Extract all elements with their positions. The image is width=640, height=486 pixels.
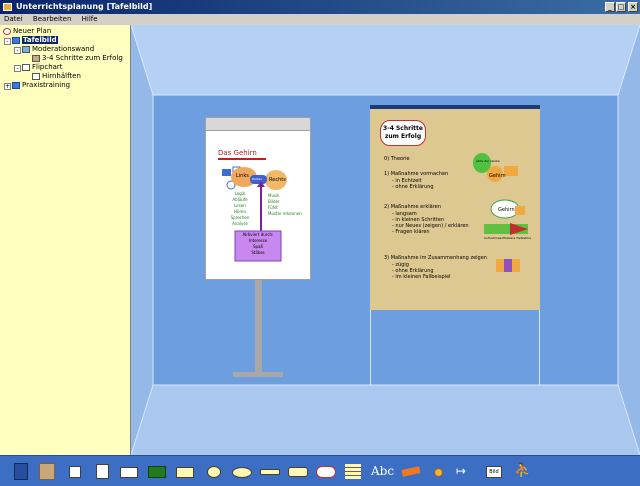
left-hemisphere-label: Links bbox=[236, 173, 249, 179]
tree-item-neuer-plan[interactable]: Neuer Plan bbox=[3, 27, 51, 36]
tab-card-icon[interactable] bbox=[176, 460, 196, 482]
gehirn-card: Gehirn bbox=[489, 173, 506, 179]
plan-icon bbox=[3, 27, 11, 35]
classroom-view: Das Gehirn Links Balken Rechts Logik Abl… bbox=[131, 25, 640, 455]
wall-icon bbox=[22, 45, 30, 53]
wall-leg-right bbox=[539, 310, 540, 385]
minimize-button[interactable]: _ bbox=[605, 2, 615, 12]
flipchart-foot bbox=[233, 372, 283, 377]
activation-box: Aktiviert durch: Interesse Spaß Stäkes bbox=[242, 232, 274, 255]
tree-item-moderationswand[interactable]: Moderationswand bbox=[22, 45, 94, 54]
tree-item-hirnhaelften[interactable]: Hirnhälften bbox=[32, 72, 81, 81]
table-icon[interactable] bbox=[344, 460, 364, 482]
wide-card-icon[interactable] bbox=[120, 460, 140, 482]
white-card-icon[interactable] bbox=[93, 460, 113, 482]
figure-icon[interactable]: ⛹ bbox=[514, 460, 534, 482]
text-icon[interactable]: Abc bbox=[371, 460, 395, 482]
image-label: Bild bbox=[486, 466, 502, 478]
page-icon bbox=[32, 72, 40, 80]
tree-item-schritte[interactable]: 3-4 Schritte zum Erfolg bbox=[32, 54, 123, 63]
tan-card-icon[interactable] bbox=[38, 460, 58, 482]
blue-card-icon[interactable] bbox=[12, 460, 32, 482]
collapse-icon[interactable]: - bbox=[4, 38, 11, 45]
right-hemisphere-label: Rechts bbox=[269, 177, 286, 183]
element-toolbar: Abc ↦ Bild ⛹ bbox=[0, 455, 640, 486]
card-icon bbox=[32, 54, 40, 62]
board-icon bbox=[12, 36, 20, 44]
board-icon bbox=[12, 81, 20, 89]
hexagon-icon[interactable] bbox=[288, 460, 308, 482]
gehirn-card-2: Gehirn bbox=[498, 207, 515, 213]
arrow-icon[interactable]: ↦ bbox=[456, 460, 478, 482]
flipchart-header bbox=[205, 117, 311, 131]
title-bar: Unterrichtsplanung [Tafelbild] _ □ × bbox=[0, 0, 640, 14]
cloud-icon[interactable] bbox=[316, 460, 336, 482]
collapse-icon[interactable]: - bbox=[14, 47, 21, 54]
maximize-button[interactable]: □ bbox=[616, 2, 626, 12]
close-button[interactable]: × bbox=[628, 2, 638, 12]
app-icon bbox=[3, 3, 12, 11]
expand-icon[interactable]: + bbox=[4, 83, 11, 90]
person-card-icon[interactable] bbox=[66, 460, 86, 482]
image-icon[interactable]: Bild bbox=[486, 460, 506, 482]
flipchart-sheet: Das Gehirn Links Balken Rechts Logik Abl… bbox=[205, 130, 311, 280]
menu-hilfe[interactable]: Hilfe bbox=[78, 14, 102, 25]
tree-item-tafelbild[interactable]: Tafelbild bbox=[12, 36, 58, 45]
left-skills-list: Logik Abläufe Lesen Hören Sprechen Analy… bbox=[230, 191, 250, 226]
green-cards-icon[interactable] bbox=[148, 460, 168, 482]
right-skills-list: Musik Bilder Fühlt Muster erkennen bbox=[268, 193, 302, 216]
app-window: Unterrichtsplanung [Tafelbild] _ □ × Dat… bbox=[0, 0, 640, 486]
marker-icon[interactable] bbox=[401, 460, 422, 482]
menu-datei[interactable]: Datei bbox=[0, 14, 27, 25]
menu-bearbeiten[interactable]: Bearbeiten bbox=[29, 14, 75, 25]
pin-icon[interactable] bbox=[430, 460, 450, 482]
round-tab-icon[interactable] bbox=[204, 460, 224, 482]
flipchart-icon bbox=[22, 63, 30, 71]
tree-item-praxistraining[interactable]: Praxistraining bbox=[12, 81, 70, 90]
corpus-label: Balken bbox=[252, 177, 263, 181]
flipchart-stand bbox=[255, 280, 262, 374]
ellipse-icon[interactable] bbox=[232, 460, 252, 482]
plan-tree: Neuer Plan - Tafelbild - Moderationswand… bbox=[0, 25, 131, 455]
moderation-wall[interactable]: 3-4 Schritte zum Erfolg 0) Theorie 1) Ma… bbox=[370, 105, 540, 310]
flipchart[interactable]: Das Gehirn Links Balken Rechts Logik Abl… bbox=[205, 117, 311, 382]
collapse-icon[interactable]: - bbox=[14, 65, 21, 72]
bar-caption: Aufnahmeauflösbare Tiefestöre bbox=[484, 236, 532, 240]
window-title: Unterrichtsplanung [Tafelbild] bbox=[16, 2, 153, 11]
card-label: aktiv der starke bbox=[476, 159, 500, 163]
strip-icon[interactable] bbox=[260, 460, 280, 482]
menu-bar: Datei Bearbeiten Hilfe bbox=[0, 14, 640, 25]
tree-item-flipchart[interactable]: Flipchart bbox=[22, 63, 63, 72]
wall-leg-left bbox=[370, 310, 371, 385]
